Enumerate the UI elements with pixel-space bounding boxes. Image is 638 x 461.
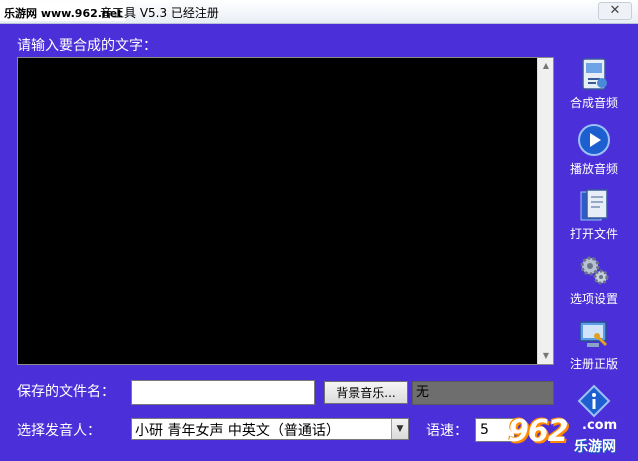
synthesize-icon [582, 58, 607, 90]
scroll-up-icon[interactable]: ▲ [538, 58, 554, 74]
logo-number: 962 [508, 414, 569, 449]
filename-label: 保存的文件名： [17, 384, 115, 400]
register-button[interactable]: 注册正版 [563, 318, 625, 372]
scroll-down-icon[interactable]: ▼ [538, 348, 554, 364]
settings-gear-icon [580, 256, 609, 285]
settings-label: 选项设置 [569, 292, 618, 306]
open-file-label: 打开文件 [569, 227, 618, 241]
register-icon [579, 321, 608, 347]
voice-selected-value: 小研 青年女声 中英文（普通话） [135, 423, 340, 439]
site-logo: 962 .com 乐游网 [498, 412, 638, 461]
voice-label: 选择发音人： [17, 423, 101, 439]
speed-label: 语速： [426, 423, 468, 439]
synthesize-label: 合成音频 [569, 96, 618, 110]
text-editor: ▲ ▼ [17, 57, 554, 365]
text-input[interactable] [18, 58, 537, 364]
settings-button[interactable]: 选项设置 [563, 253, 625, 307]
open-file-button[interactable]: 打开文件 [563, 188, 625, 242]
register-label: 注册正版 [569, 357, 618, 371]
close-icon[interactable]: ✕ [598, 2, 632, 20]
logo-dotcom: .com [582, 418, 618, 433]
open-file-icon [580, 189, 608, 221]
vertical-scrollbar[interactable]: ▲ ▼ [537, 58, 553, 364]
window-title: 音工具 V5.3 已经注册 [100, 6, 219, 20]
filename-input[interactable] [131, 380, 315, 405]
title-bar: 乐游网 www.962.net 音工具 V5.3 已经注册 ✕ [0, 0, 638, 24]
main-panel: 请输入要合成的文字： ▲ ▼ 保存的文件名： 背景音乐... 无 选择发音人： … [0, 24, 638, 461]
play-button[interactable]: 播放音频 [563, 123, 625, 177]
play-icon [578, 124, 610, 156]
voice-select[interactable]: 小研 青年女声 中英文（普通话） ▼ [131, 418, 409, 440]
background-music-value: 无 [412, 381, 554, 405]
text-prompt-label: 请输入要合成的文字： [17, 38, 157, 54]
chevron-down-icon[interactable]: ▼ [391, 419, 408, 439]
logo-text: 乐游网 [574, 439, 616, 455]
background-music-button[interactable]: 背景音乐... [324, 381, 408, 404]
play-label: 播放音频 [569, 162, 618, 176]
synthesize-button[interactable]: 合成音频 [563, 57, 625, 111]
